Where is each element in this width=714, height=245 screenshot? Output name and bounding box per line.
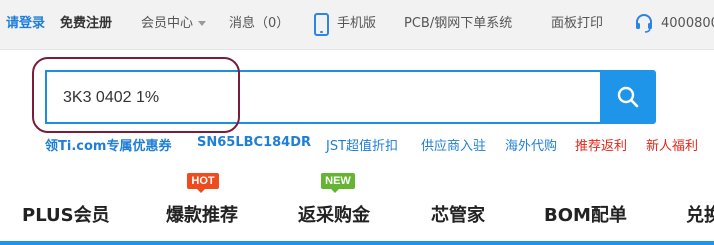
referral-rebate-link[interactable]: 推荐返利	[575, 135, 627, 154]
jst-discount-link[interactable]: JST超值折扣	[326, 135, 398, 154]
mobile-phone-icon	[314, 13, 329, 36]
register-link[interactable]: 免费注册	[60, 15, 112, 33]
nav-plus-member[interactable]: PLUS会员	[22, 201, 110, 227]
search-button[interactable]	[600, 70, 656, 124]
overseas-purchase-link[interactable]: 海外代购	[505, 135, 557, 154]
hot-badge: HOT	[187, 173, 219, 193]
member-center-label: 会员中心	[141, 16, 194, 31]
new-badge: NEW	[321, 173, 355, 193]
newcomer-benefit-link[interactable]: 新人福利	[646, 135, 698, 154]
nav-exchange[interactable]: 兑换	[686, 201, 714, 227]
nav-chip-steward[interactable]: 芯管家	[431, 201, 485, 227]
search-icon	[617, 86, 639, 108]
nav-bom[interactable]: BOM配单	[544, 201, 627, 227]
search-box	[45, 70, 601, 124]
login-link[interactable]: 请登录	[6, 15, 45, 33]
mobile-version-link[interactable]: 手机版	[337, 15, 376, 33]
panel-print-link[interactable]: 面板打印	[551, 15, 603, 33]
supplier-join-link[interactable]: 供应商入驻	[421, 135, 486, 154]
member-center-menu[interactable]: 会员中心	[141, 15, 207, 33]
top-bar: 请登录 免费注册 会员中心 消息（0） 手机版 PCB/钢网下单系统 面板打印 …	[0, 0, 714, 50]
nav-underline	[0, 241, 714, 245]
caret-down-icon	[198, 21, 207, 26]
part-link[interactable]: SN65LBC184DR	[197, 135, 311, 150]
hotline-number[interactable]: 4000800	[661, 15, 714, 33]
nav-cashback[interactable]: 返采购金	[298, 201, 370, 227]
nav-hot-picks[interactable]: 爆款推荐	[166, 201, 238, 227]
main-nav: PLUS会员 爆款推荐 返采购金 芯管家 BOM配单 兑换	[0, 196, 714, 234]
messages-link[interactable]: 消息（0）	[229, 15, 289, 33]
search-input[interactable]	[63, 87, 563, 109]
customer-service-icon	[634, 13, 654, 35]
pcb-order-link[interactable]: PCB/钢网下单系统	[404, 15, 512, 33]
coupon-link[interactable]: 领Ti.com专属优惠券	[45, 135, 171, 154]
